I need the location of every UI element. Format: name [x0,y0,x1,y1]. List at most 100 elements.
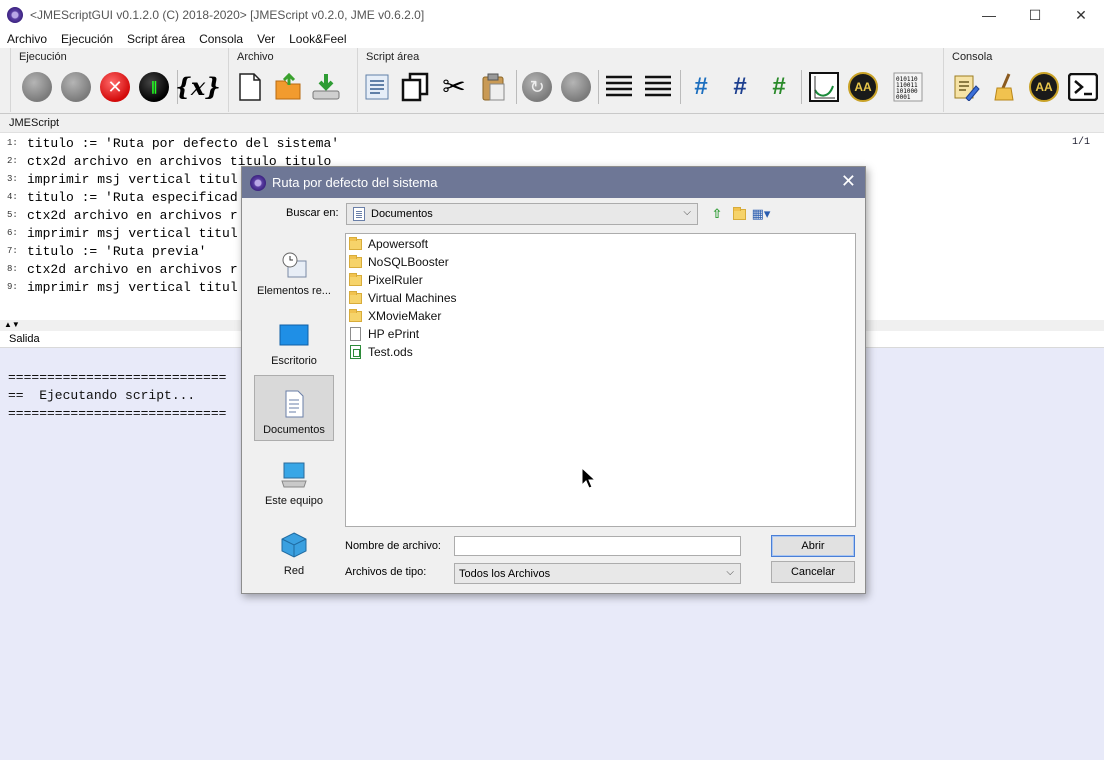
list-item[interactable]: PixelRuler [349,271,423,289]
pause-button[interactable]: ∥ [137,70,171,104]
align-left-button[interactable] [602,70,636,104]
split-arrows-icon[interactable]: ▲▼ [4,321,20,329]
place-network[interactable]: Red [254,515,334,581]
code-line: 3: imprimir msj vertical titul [7,171,238,187]
toolbar-group-script-area: Script área ✂ ↻ # # # AA 0101101100111 [357,48,943,112]
svg-text:0001: 0001 [896,94,911,101]
undo-button[interactable]: ↻ [520,70,554,104]
recent-items-icon [282,252,307,278]
toolbar-group-consola: Consola AA [943,48,1104,112]
chart-icon [809,72,839,102]
new-folder-icon[interactable] [730,205,748,223]
cancel-button[interactable]: Cancelar [771,561,855,583]
window-titlebar: <JMEScriptGUI v0.1.2.0 (C) 2018-2020> [J… [0,0,1104,30]
dialog-close-button[interactable]: ✕ [841,171,856,192]
list-item[interactable]: Apowersoft [349,235,428,253]
up-folder-icon[interactable]: ⇧ [708,205,726,223]
run-icon [22,72,52,102]
chart-button[interactable] [807,70,841,104]
menu-archivo[interactable]: Archivo [0,32,54,46]
place-recent[interactable]: Elementos re... [254,235,334,301]
hash-gear-icon: # [772,73,786,100]
documents-icon [353,207,365,221]
code-line: 4: titulo := 'Ruta especificad [7,189,238,205]
menu-ver[interactable]: Ver [250,32,282,46]
look-in-label: Buscar en: [286,207,339,219]
menu-ejecucion[interactable]: Ejecución [54,32,120,46]
save-file-button[interactable] [309,70,343,104]
documents-icon [285,390,304,418]
place-desktop[interactable]: Escritorio [254,305,334,371]
group-label: Script área [366,51,420,63]
terminal-button[interactable] [1066,70,1100,104]
font-aa-icon: AA [1029,72,1059,102]
step-button[interactable] [59,70,93,104]
font-button[interactable]: AA [846,70,880,104]
copy-button[interactable] [398,70,432,104]
code-line: 7: titulo := 'Ruta previa' [7,243,207,259]
menu-script-area[interactable]: Script área [120,32,192,46]
list-item[interactable]: Virtual Machines [349,289,457,307]
clear-console-button[interactable] [988,70,1022,104]
folder-icon [349,272,362,286]
align-lines-icon [645,75,671,97]
file-list[interactable]: Apowersoft NoSQLBooster PixelRuler Virtu… [345,233,856,527]
run-button[interactable] [20,70,54,104]
open-button[interactable]: Abrir [771,535,855,557]
comment-button[interactable]: # [684,70,718,104]
close-button[interactable]: ✕ [1058,0,1104,30]
copy-icon [401,72,429,102]
toolbar: Ejecución ✕ ∥ {x} Archivo Script área ✂ [0,48,1104,114]
place-documents[interactable]: Documentos [254,375,334,441]
window-title: <JMEScriptGUI v0.1.2.0 (C) 2018-2020> [J… [30,8,425,22]
new-file-button[interactable] [233,70,267,104]
toggle-comment-button[interactable]: # [762,70,796,104]
place-label: Documentos [263,424,325,436]
place-label: Elementos re... [257,285,331,297]
code-line: 1: titulo := 'Ruta por defecto del sistem… [7,135,340,151]
console-font-button[interactable]: AA [1027,70,1061,104]
mouse-cursor-icon [581,467,595,489]
hash-icon: # [694,73,708,100]
view-menu-icon[interactable]: ▦▾ [752,205,771,223]
desktop-icon [279,324,309,346]
cut-button[interactable]: ✂ [437,70,471,104]
format-button[interactable] [360,70,394,104]
download-icon [312,74,340,100]
open-folder-icon [275,73,301,100]
open-file-button[interactable] [271,70,305,104]
paste-button[interactable] [476,70,510,104]
minimize-button[interactable]: — [966,0,1012,30]
menu-look-and-feel[interactable]: Look&Feel [282,32,353,46]
stop-icon: ✕ [100,72,130,102]
code-line: 8: ctx2d archivo en archivos r [7,261,238,277]
look-in-combo[interactable]: Documentos ⌵ [346,203,698,225]
redo-button[interactable] [559,70,593,104]
menu-consola[interactable]: Consola [192,32,250,46]
place-label: Escritorio [271,355,317,367]
output-line: ============================ [8,370,227,385]
editor-header: JMEScript [0,115,1104,132]
filename-input[interactable] [454,536,741,556]
place-this-pc[interactable]: Este equipo [254,445,334,511]
clipboard-icon [482,73,505,101]
stop-button[interactable]: ✕ [98,70,132,104]
document-lines-icon [365,74,389,100]
filename-label: Nombre de archivo: [345,540,441,552]
maximize-button[interactable]: ☐ [1012,0,1058,30]
step-icon [61,72,91,102]
network-icon [281,532,307,558]
list-item[interactable]: NoSQLBooster [349,253,449,271]
list-item[interactable]: HP ePrint [349,325,419,343]
uncomment-button[interactable]: # [723,70,757,104]
font-aa-icon: AA [848,72,878,102]
filetype-select[interactable]: Todos los Archivos ⌵ [454,563,741,584]
list-item[interactable]: XMovieMaker [349,307,441,325]
dialog-title: Ruta por defecto del sistema [272,175,438,190]
console-edit-button[interactable] [949,70,983,104]
group-label: Archivo [237,51,274,63]
list-item[interactable]: Test.ods [349,343,413,361]
variables-button[interactable]: {x} [175,70,220,104]
binary-button[interactable]: 010110 110011 101000 0001 [891,70,925,104]
align-right-button[interactable] [641,70,675,104]
